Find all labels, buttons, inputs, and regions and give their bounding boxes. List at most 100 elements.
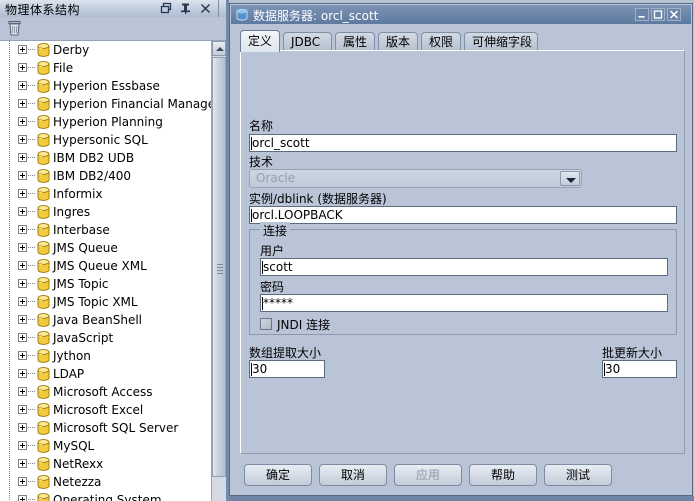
tree-item-hyperion-essbase[interactable]: Hyperion Essbase	[0, 77, 211, 95]
tree-item-label: JMS Topic XML	[53, 295, 138, 309]
close-icon[interactable]	[667, 8, 681, 21]
tree-item-jms-topic[interactable]: JMS Topic	[0, 275, 211, 293]
tab-item-3[interactable]: 版本	[378, 32, 418, 51]
tree-item-hyperion-planning[interactable]: Hyperion Planning	[0, 113, 211, 131]
technology-cylinder-icon	[37, 43, 50, 57]
expand-toggle-icon[interactable]	[18, 81, 27, 90]
tree-scrollbar[interactable]	[211, 41, 227, 501]
scroll-up-arrow-icon[interactable]	[212, 41, 226, 56]
instance-input[interactable]: orcl.LOOPBACK	[249, 206, 677, 224]
scrollbar-thumb[interactable]	[212, 57, 226, 477]
test-button[interactable]: 测试	[544, 464, 612, 486]
tree-item-ibm-db2-400[interactable]: IBM DB2/400	[0, 167, 211, 185]
password-input[interactable]: *****	[260, 294, 668, 312]
expand-toggle-icon[interactable]	[18, 153, 27, 162]
data-server-dialog: 数据服务器: orcl_scott 定义 JDBC 属性 版本 权限 可伸缩字段	[229, 3, 693, 496]
tab-label: 权限	[429, 35, 454, 49]
tree-item-microsoft-access[interactable]: Microsoft Access	[0, 383, 211, 401]
expand-toggle-icon[interactable]	[18, 63, 27, 72]
chevron-down-icon[interactable]	[560, 171, 580, 186]
batch-update-input[interactable]: 30	[602, 360, 677, 378]
tree-item-java-beanshell[interactable]: Java BeanShell	[0, 311, 211, 329]
expand-toggle-icon[interactable]	[18, 405, 27, 414]
expand-toggle-icon[interactable]	[18, 495, 27, 501]
expand-toggle-icon[interactable]	[18, 261, 27, 270]
jndi-checkbox[interactable]	[260, 318, 272, 330]
ok-button[interactable]: 确定	[244, 464, 312, 486]
tree-item-microsoft-excel[interactable]: Microsoft Excel	[0, 401, 211, 419]
name-input[interactable]: orcl_scott	[249, 134, 677, 152]
expand-toggle-icon[interactable]	[18, 45, 27, 54]
technology-select[interactable]: Oracle	[249, 169, 582, 188]
tree-item-ibm-db2-udb[interactable]: IBM DB2 UDB	[0, 149, 211, 167]
cancel-button[interactable]: 取消	[319, 464, 387, 486]
tree-item-hypersonic-sql[interactable]: Hypersonic SQL	[0, 131, 211, 149]
expand-toggle-icon[interactable]	[18, 243, 27, 252]
tree-item-mysql[interactable]: MySQL	[0, 437, 211, 455]
tree-item-informix[interactable]: Informix	[0, 185, 211, 203]
expand-toggle-icon[interactable]	[18, 369, 27, 378]
pin-icon[interactable]	[179, 2, 192, 15]
tree-item-netrexx[interactable]: NetRexx	[0, 455, 211, 473]
tab-item-0[interactable]: 定义	[240, 30, 280, 52]
tab-item-2[interactable]: 属性	[335, 32, 375, 51]
tree-item-jms-queue-xml[interactable]: JMS Queue XML	[0, 257, 211, 275]
batch-update-label: 批更新大小	[602, 346, 663, 360]
tab-label: 定义	[248, 34, 273, 48]
expand-toggle-icon[interactable]	[18, 477, 27, 486]
minimize-icon[interactable]	[635, 8, 649, 21]
expand-toggle-icon[interactable]	[18, 333, 27, 342]
close-icon[interactable]	[199, 2, 212, 15]
expand-toggle-icon[interactable]	[18, 225, 27, 234]
tree-connector	[28, 337, 36, 338]
dialog-titlebar[interactable]: 数据服务器: orcl_scott	[231, 5, 691, 24]
expand-toggle-icon[interactable]	[18, 387, 27, 396]
user-label: 用户	[260, 244, 285, 258]
tree-item-ingres[interactable]: Ingres	[0, 203, 211, 221]
tree-connector	[28, 427, 36, 428]
tree-item-file[interactable]: File	[0, 59, 211, 77]
tree-item-netezza[interactable]: Netezza	[0, 473, 211, 491]
expand-toggle-icon[interactable]	[18, 207, 27, 216]
expand-toggle-icon[interactable]	[18, 459, 27, 468]
trash-icon[interactable]	[5, 19, 25, 38]
tree-item-jms-topic-xml[interactable]: JMS Topic XML	[0, 293, 211, 311]
maximize-icon[interactable]	[651, 8, 665, 21]
dialog-title: 数据服务器: orcl_scott	[253, 9, 379, 23]
restore-icon[interactable]	[160, 2, 173, 15]
tree-item-label: Netezza	[53, 475, 102, 489]
tab-jdbc[interactable]: JDBC	[283, 32, 332, 51]
technology-cylinder-icon	[37, 295, 50, 309]
help-button[interactable]: 帮助	[469, 464, 537, 486]
physical-architecture-tree[interactable]: Derby File Hyperion Essbase Hyperion Financ…	[0, 41, 212, 501]
tree-item-javascript[interactable]: JavaScript	[0, 329, 211, 347]
tree-item-jms-queue[interactable]: JMS Queue	[0, 239, 211, 257]
expand-toggle-icon[interactable]	[18, 117, 27, 126]
technology-cylinder-icon	[37, 385, 50, 399]
expand-toggle-icon[interactable]	[18, 297, 27, 306]
tree-item-jython[interactable]: Jython	[0, 347, 211, 365]
tab-item-5[interactable]: 可伸缩字段	[464, 32, 538, 51]
tree-item-derby[interactable]: Derby	[0, 41, 211, 59]
expand-toggle-icon[interactable]	[18, 279, 27, 288]
user-input[interactable]: scott	[260, 258, 668, 276]
technology-cylinder-icon	[37, 421, 50, 435]
tree-item-ldap[interactable]: LDAP	[0, 365, 211, 383]
dialog-tabs[interactable]: 定义 JDBC 属性 版本 权限 可伸缩字段	[240, 30, 686, 52]
expand-toggle-icon[interactable]	[18, 135, 27, 144]
expand-toggle-icon[interactable]	[18, 351, 27, 360]
tree-connector	[28, 283, 36, 284]
expand-toggle-icon[interactable]	[18, 315, 27, 324]
expand-toggle-icon[interactable]	[18, 99, 27, 108]
tree-item-hyperion-financial-management[interactable]: Hyperion Financial Management	[0, 95, 211, 113]
tree-item-microsoft-sql-server[interactable]: Microsoft SQL Server	[0, 419, 211, 437]
expand-toggle-icon[interactable]	[18, 423, 27, 432]
technology-cylinder-icon	[37, 97, 50, 111]
tree-item-operating-system[interactable]: Operating System	[0, 491, 211, 501]
expand-toggle-icon[interactable]	[18, 189, 27, 198]
tab-item-4[interactable]: 权限	[421, 32, 461, 51]
expand-toggle-icon[interactable]	[18, 441, 27, 450]
array-fetch-input[interactable]: 30	[249, 360, 325, 378]
expand-toggle-icon[interactable]	[18, 171, 27, 180]
tree-item-interbase[interactable]: Interbase	[0, 221, 211, 239]
